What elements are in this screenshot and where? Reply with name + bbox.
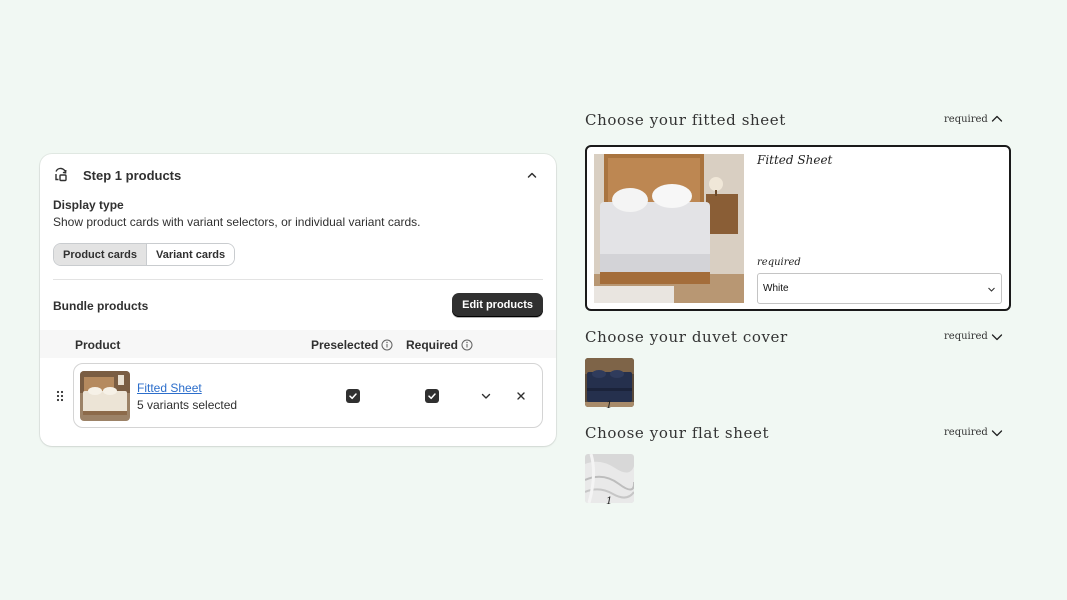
variant-select-value: White — [763, 283, 789, 294]
step-card: Step 1 products Display type Show produc… — [40, 154, 556, 446]
display-type-description: Show product cards with variant selector… — [53, 215, 421, 229]
required-label: required — [944, 114, 988, 125]
remove-row-button[interactable] — [513, 388, 529, 404]
collapse-section-button[interactable] — [990, 112, 1004, 126]
checkmark-icon — [349, 393, 357, 400]
column-required-label: Required — [406, 338, 459, 352]
drag-handle-icon[interactable] — [55, 389, 65, 403]
edit-products-button[interactable]: Edit products — [452, 293, 543, 317]
required-label: required — [944, 331, 988, 342]
column-product: Product — [75, 338, 120, 352]
info-icon[interactable] — [381, 339, 393, 351]
table-header: Product Preselected Required — [40, 330, 556, 358]
variants-count: 5 variants selected — [137, 398, 238, 412]
checkmark-icon — [428, 393, 436, 400]
required-label: required — [944, 427, 988, 438]
step-header: Step 1 products — [53, 166, 543, 184]
flat-sheet-quantity: 1 — [606, 496, 613, 507]
chevron-up-icon — [527, 172, 537, 178]
divider — [53, 279, 543, 280]
variant-cards-option[interactable]: Variant cards — [146, 244, 235, 265]
table-row: Fitted Sheet 5 variants selected — [73, 363, 543, 428]
column-required: Required — [406, 338, 473, 352]
section-title-flat-sheet: Choose your flat sheet — [585, 424, 770, 442]
duvet-cover-quantity: 1 — [606, 400, 613, 411]
chevron-down-icon — [991, 334, 1003, 341]
column-preselected-label: Preselected — [311, 338, 379, 352]
column-product-label: Product — [75, 338, 121, 352]
fitted-required-label: required — [757, 257, 801, 268]
preselected-checkbox[interactable] — [346, 389, 360, 403]
step-title: Step 1 products — [83, 167, 182, 183]
replace-product-icon — [53, 167, 69, 183]
variant-select[interactable]: White — [757, 273, 1002, 304]
product-link[interactable]: Fitted Sheet — [137, 381, 202, 395]
chevron-down-icon — [991, 430, 1003, 437]
expand-row-button[interactable] — [478, 388, 494, 404]
section-title-fitted-sheet: Choose your fitted sheet — [585, 111, 786, 129]
product-cards-option[interactable]: Product cards — [54, 244, 147, 265]
expand-section-button[interactable] — [990, 426, 1004, 440]
chevron-down-icon — [987, 285, 996, 297]
info-icon[interactable] — [461, 339, 473, 351]
bundle-products-label: Bundle products — [53, 299, 149, 313]
display-type-toggle: Product cards Variant cards — [53, 243, 236, 266]
expand-section-button[interactable] — [990, 330, 1004, 344]
fitted-sheet-image — [594, 154, 744, 303]
display-type-label: Display type — [53, 198, 124, 212]
section-title-duvet-cover: Choose your duvet cover — [585, 328, 788, 346]
fitted-sheet-card[interactable]: Fitted Sheet required White — [585, 145, 1011, 311]
close-icon — [517, 392, 525, 400]
chevron-down-icon — [481, 393, 491, 399]
column-preselected: Preselected — [311, 338, 393, 352]
chevron-up-icon — [991, 115, 1003, 122]
required-checkbox[interactable] — [425, 389, 439, 403]
fitted-sheet-name: Fitted Sheet — [757, 153, 833, 167]
collapse-button[interactable] — [521, 164, 543, 186]
product-thumbnail — [80, 371, 130, 421]
